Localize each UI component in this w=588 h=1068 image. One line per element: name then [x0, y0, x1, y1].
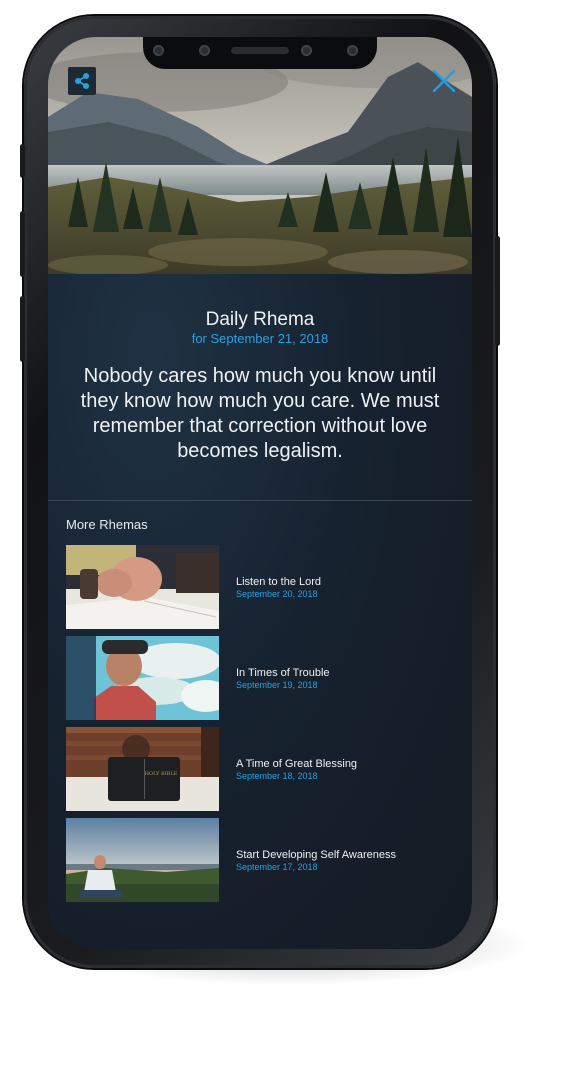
list-item[interactable]: Start Developing Self Awareness Septembe…	[66, 818, 456, 902]
sensor-icon	[301, 45, 312, 56]
section-divider	[48, 500, 472, 501]
list-item[interactable]: HOLY BIBLE A Time of Great Blessing Sept…	[66, 727, 456, 811]
list-item-text: In Times of Trouble September 19, 2018	[236, 667, 330, 691]
more-rhemas-list: Listen to the Lord September 20, 2018 In…	[66, 545, 456, 909]
rhema-quote: Nobody cares how much you know until the…	[80, 365, 440, 462]
praying-hands-bible-image	[66, 545, 219, 629]
rhema-date: for September 21, 2018	[191, 331, 329, 346]
page-title: Daily Rhema	[205, 309, 315, 330]
svg-text:HOLY BIBLE: HOLY BIBLE	[145, 771, 178, 777]
list-item[interactable]: In Times of Trouble September 19, 2018	[66, 636, 456, 720]
list-item-date: September 19, 2018	[236, 680, 318, 690]
list-item-date: September 20, 2018	[236, 589, 318, 599]
app-screen: Daily Rhema for September 21, 2018 Nobod…	[48, 37, 472, 949]
volume-up-button	[20, 211, 25, 277]
list-item-title: Start Developing Self Awareness	[236, 849, 396, 861]
power-button	[495, 236, 500, 346]
mute-switch	[20, 144, 25, 178]
close-button[interactable]	[432, 69, 456, 93]
list-item-text: Start Developing Self Awareness Septembe…	[236, 849, 396, 873]
volume-down-button	[20, 296, 25, 362]
camera-icon	[153, 45, 164, 56]
hero-landscape-image	[48, 37, 472, 274]
close-icon	[432, 69, 456, 93]
mockup-stage: Daily Rhema for September 21, 2018 Nobod…	[0, 0, 588, 1068]
list-item-text: A Time of Great Blessing September 18, 2…	[236, 758, 357, 782]
list-item-date: September 18, 2018	[236, 771, 318, 781]
list-item-date: September 17, 2018	[236, 862, 318, 872]
phone-notch	[143, 37, 377, 69]
list-item[interactable]: Listen to the Lord September 20, 2018	[66, 545, 456, 629]
man-looking-at-sky-image	[66, 636, 219, 720]
sensor-icon	[199, 45, 210, 56]
front-camera-icon	[347, 45, 358, 56]
list-item-title: Listen to the Lord	[236, 576, 322, 588]
share-icon	[75, 73, 89, 89]
child-reading-bible-image: HOLY BIBLE	[66, 727, 219, 811]
list-item-title: A Time of Great Blessing	[236, 758, 358, 770]
rhema-header: Daily Rhema for September 21, 2018	[48, 309, 472, 347]
more-rhemas-heading: More Rhemas	[66, 517, 148, 532]
list-item-title: In Times of Trouble	[236, 667, 330, 679]
share-button[interactable]	[68, 67, 96, 95]
list-item-text: Listen to the Lord September 20, 2018	[236, 576, 321, 600]
man-meditating-sunset-image	[66, 818, 219, 902]
speaker-grille	[231, 47, 289, 54]
